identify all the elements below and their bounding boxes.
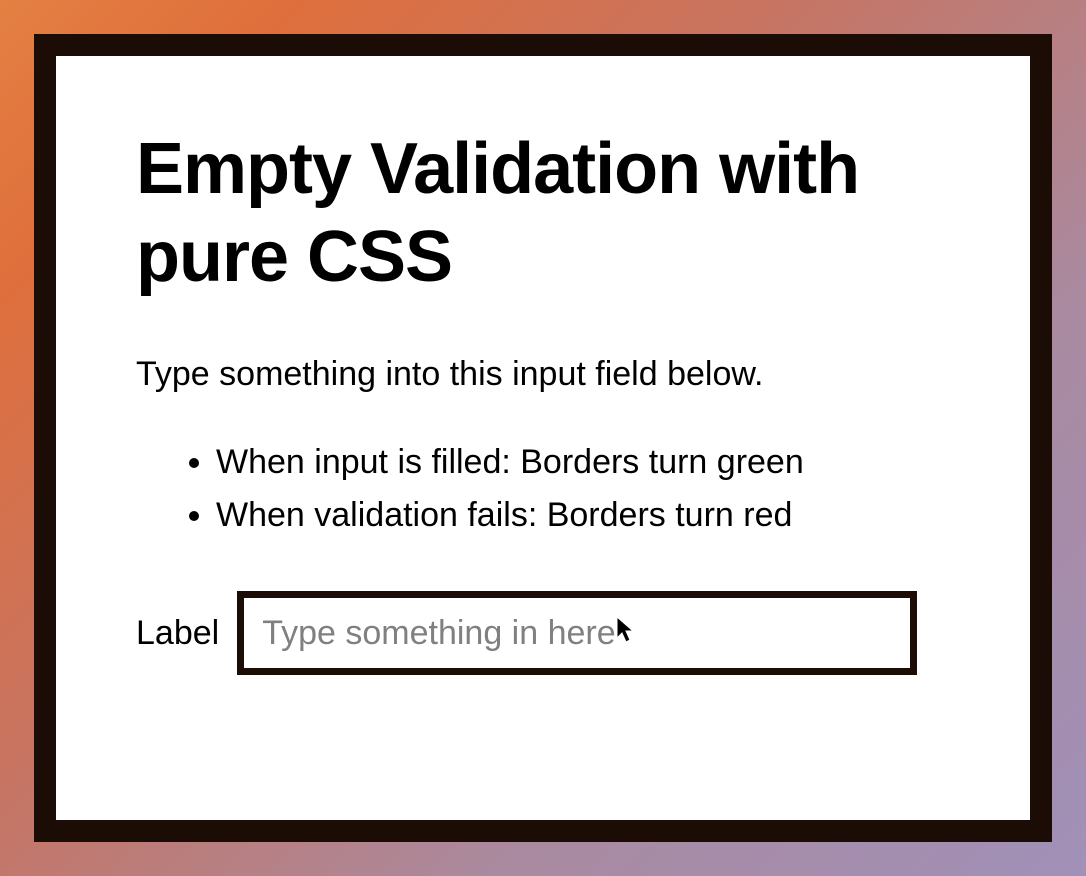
text-input[interactable] xyxy=(237,591,917,675)
form-row: Label xyxy=(136,591,950,675)
input-label: Label xyxy=(136,614,219,653)
list-item: When input is filled: Borders turn green xyxy=(216,436,950,489)
demo-panel: Empty Validation with pure CSS Type some… xyxy=(34,34,1052,842)
list-item: When validation fails: Borders turn red xyxy=(216,489,950,542)
rules-list: When input is filled: Borders turn green… xyxy=(136,436,950,541)
page-description: Type something into this input field bel… xyxy=(136,352,950,396)
page-title: Empty Validation with pure CSS xyxy=(136,126,950,302)
